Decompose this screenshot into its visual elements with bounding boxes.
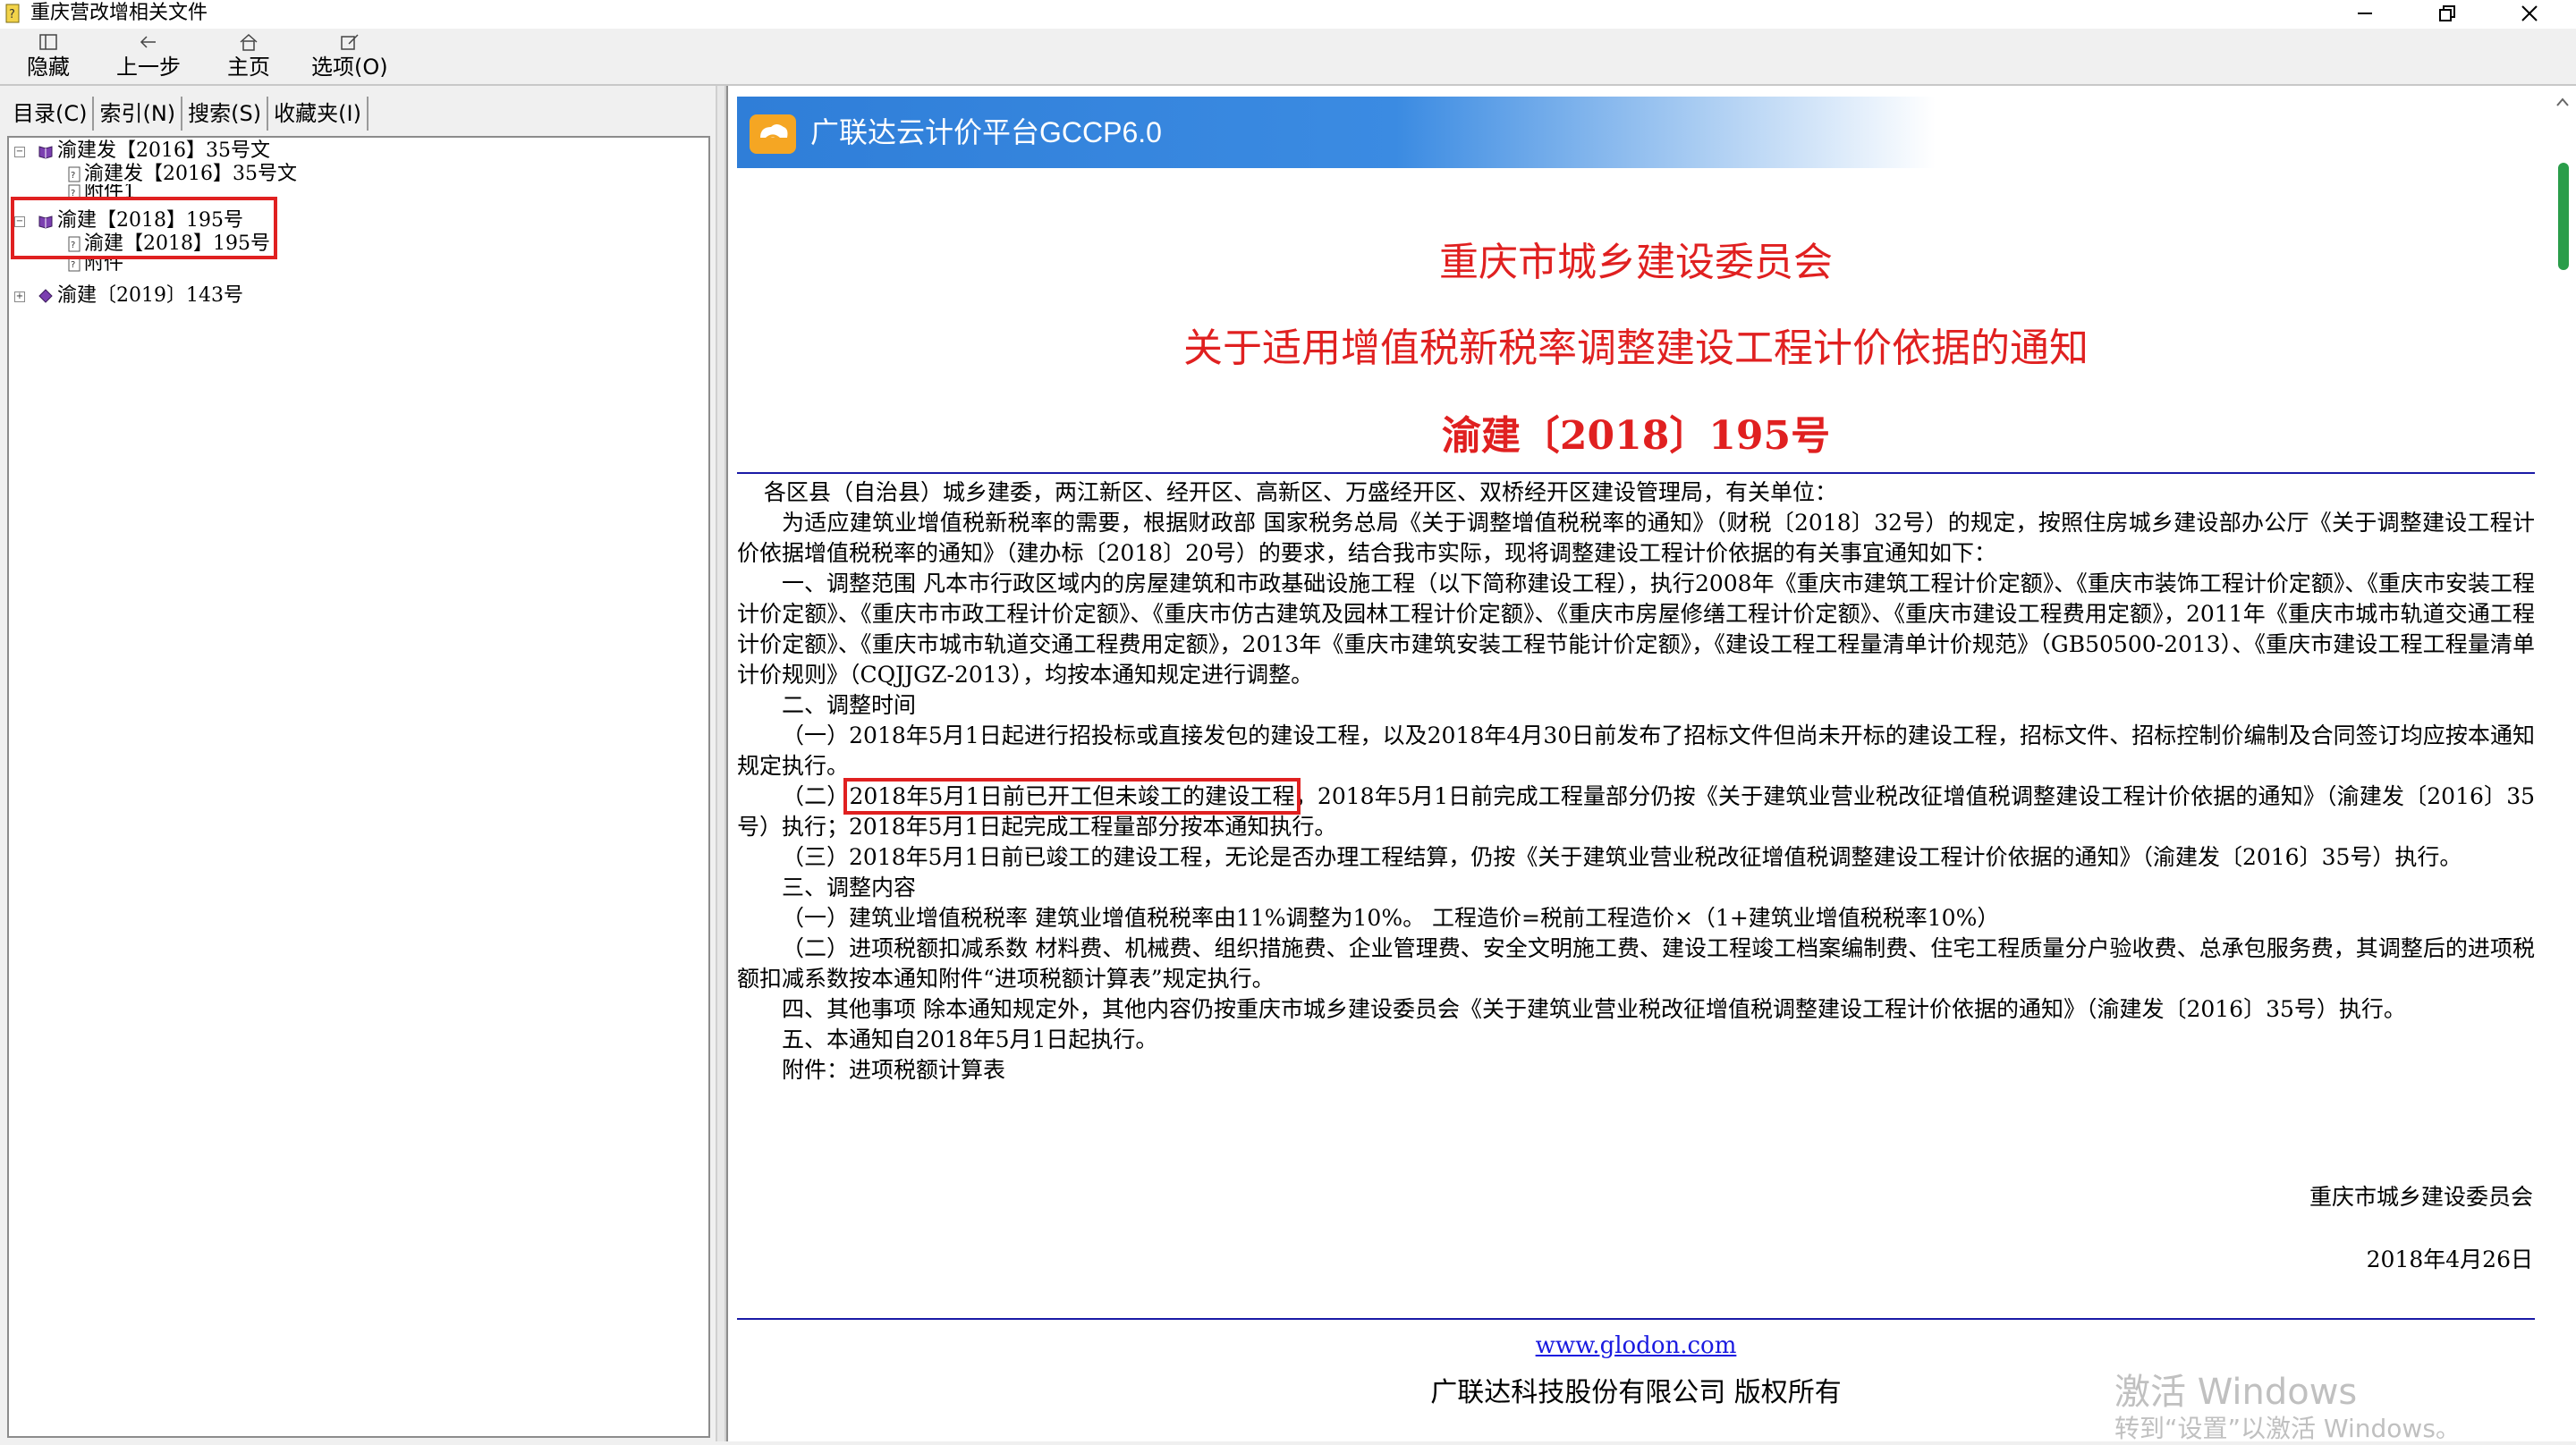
svg-text:?: ? (71, 171, 75, 181)
highlighted-text: 2018年5月1日前已开工但未竣工的建设工程 (843, 778, 1301, 815)
back-arrow-icon (140, 36, 156, 48)
svg-text:?: ? (9, 8, 15, 21)
window-title: 重庆营改增相关文件 (30, 2, 208, 24)
paragraph: 为适应建筑业增值税新税率的需要，根据财政部 国家税务总局《关于调整增值税税率的通… (737, 510, 2535, 566)
addressee: 各区县（自治县）城乡建委，两江新区、经开区、高新区、万盛经开区、双桥经开区建设管… (764, 479, 1838, 505)
page-icon: ? (68, 166, 80, 182)
tree-page-2016-35[interactable]: ? 渝建发【2016】35号文 (68, 163, 297, 186)
highlight-box (11, 197, 277, 259)
options-icon (341, 34, 359, 50)
back-button[interactable]: 上一步 (116, 32, 181, 80)
doc-title-subject: 关于适用增值税新税率调整建设工程计价依据的通知 (1183, 325, 2089, 371)
paragraph: （二）进项税额扣减系数 材料费、机械费、组织措施费、企业管理费、安全文明施工费、… (737, 935, 2535, 992)
tab-contents[interactable]: 目录(C) (7, 97, 95, 131)
signer: 重庆市城乡建设委员会 (2309, 1184, 2533, 1210)
pane-splitter[interactable] (716, 86, 726, 1441)
vertical-scrollbar[interactable] (2549, 86, 2576, 1441)
activation-watermark-title: 激活 Windows (2114, 1372, 2358, 1413)
banner-title: 广联达云计价平台GCCP6.0 (810, 116, 1162, 148)
tree-label: 渝建发【2016】35号文 (84, 163, 297, 185)
tab-favorites[interactable]: 收藏夹(I) (268, 97, 369, 131)
tab-search[interactable]: 搜索(S) (182, 97, 269, 131)
activation-watermark-text: 转到“设置”以激活 Windows。 (2114, 1414, 2461, 1443)
tree-folder-2016-35[interactable]: 渝建发【2016】35号文 (38, 139, 270, 163)
tree-label: 渝建〔2019〕143号 (57, 284, 243, 307)
toolbar: 隐藏 上一步 主页 选项(O) (0, 29, 2576, 84)
paragraph: 一、调整范围 凡本市行政区域内的房屋建筑和市政基础设施工程（以下简称建设工程），… (737, 570, 2535, 688)
paragraph: （三）2018年5月1日前已竣工的建设工程，无论是否办理工程结算，仍按《关于建筑… (782, 844, 2462, 870)
hide-label: 隐藏 (27, 55, 70, 80)
doc-body: 各区县（自治县）城乡建委，两江新区、经开区、高新区、万盛经开区、双桥经开区建设管… (737, 477, 2535, 1086)
svg-text:?: ? (71, 260, 75, 270)
restore-button[interactable] (2408, 0, 2487, 27)
hide-button[interactable]: 隐藏 (27, 32, 70, 80)
document-view: 广联达云计价平台GCCP6.0 重庆市城乡建设委员会 关于适用增值税新税率调整建… (726, 86, 2576, 1441)
title-bar: ? 重庆营改增相关文件 (0, 0, 2576, 29)
paragraph: 二、调整时间 (782, 692, 917, 718)
paragraph: 附件：进项税额计算表 (782, 1057, 1006, 1083)
doc-footer-rule (737, 1318, 2535, 1320)
paragraph: （二）2018年5月1日前已开工但未竣工的建设工程，2018年5月1日前完成工程… (737, 778, 2535, 842)
tab-index[interactable]: 索引(N) (94, 97, 183, 131)
home-label: 主页 (227, 55, 270, 80)
paragraph: 五、本通知自2018年5月1日起执行。 (782, 1027, 1158, 1052)
paragraph-prefix: （二） (782, 783, 850, 809)
paragraph: （一）建筑业增值税税率 建筑业增值税税率由11%调整为10%。 工程造价=税前工… (782, 905, 2000, 931)
minimize-icon (2358, 13, 2372, 14)
glodon-logo-icon (750, 114, 796, 154)
hide-pane-icon (39, 34, 57, 50)
closed-book-icon (38, 289, 53, 303)
help-book-icon: ? (5, 4, 20, 23)
tree-folder-2019-143[interactable]: 渝建〔2019〕143号 (38, 284, 243, 308)
paragraph: 三、调整内容 (782, 875, 917, 900)
scroll-thumb[interactable] (2558, 163, 2569, 270)
back-label: 上一步 (116, 55, 181, 80)
issue-date: 2018年4月26日 (2366, 1246, 2533, 1272)
paragraph: （一）2018年5月1日起进行招投标或直接发包的建设工程，以及2018年4月30… (737, 722, 2535, 779)
options-label: 选项(O) (311, 55, 388, 80)
doc-title-issuer: 重庆市城乡建设委员会 (1439, 240, 1833, 285)
restore-icon (2439, 5, 2455, 21)
options-button[interactable]: 选项(O) (311, 32, 388, 80)
home-icon (240, 33, 258, 51)
home-button[interactable]: 主页 (227, 32, 270, 80)
scroll-up-arrow-icon[interactable] (2555, 95, 2571, 109)
collapse-toggle[interactable]: − (14, 147, 25, 157)
close-icon (2521, 5, 2538, 21)
nav-tabs: 目录(C) 索引(N) 搜索(S) 收藏夹(I) (7, 97, 369, 131)
doc-header-rule (737, 472, 2535, 474)
contents-tree: − 渝建发【2016】35号文 ? 渝建发【2016】35号文 ? 附件1 − … (7, 136, 710, 1438)
product-banner: 广联达云计价平台GCCP6.0 (737, 97, 1936, 168)
open-book-icon (38, 146, 53, 159)
tree-label: 渝建发【2016】35号文 (57, 139, 270, 162)
navigation-pane: 目录(C) 索引(N) 搜索(S) 收藏夹(I) − 渝建发【2016】35号文… (0, 86, 716, 1441)
website-link[interactable]: www.glodon.com (737, 1332, 2535, 1359)
close-button[interactable] (2490, 0, 2569, 27)
expand-toggle[interactable]: + (14, 292, 25, 302)
doc-number: 渝建〔2018〕195号 (1441, 413, 1831, 459)
paragraph: 四、其他事项 除本通知规定外，其他内容仍按重庆市城乡建设委员会《关于建筑业营业税… (782, 996, 2406, 1022)
minimize-button[interactable] (2326, 0, 2404, 27)
